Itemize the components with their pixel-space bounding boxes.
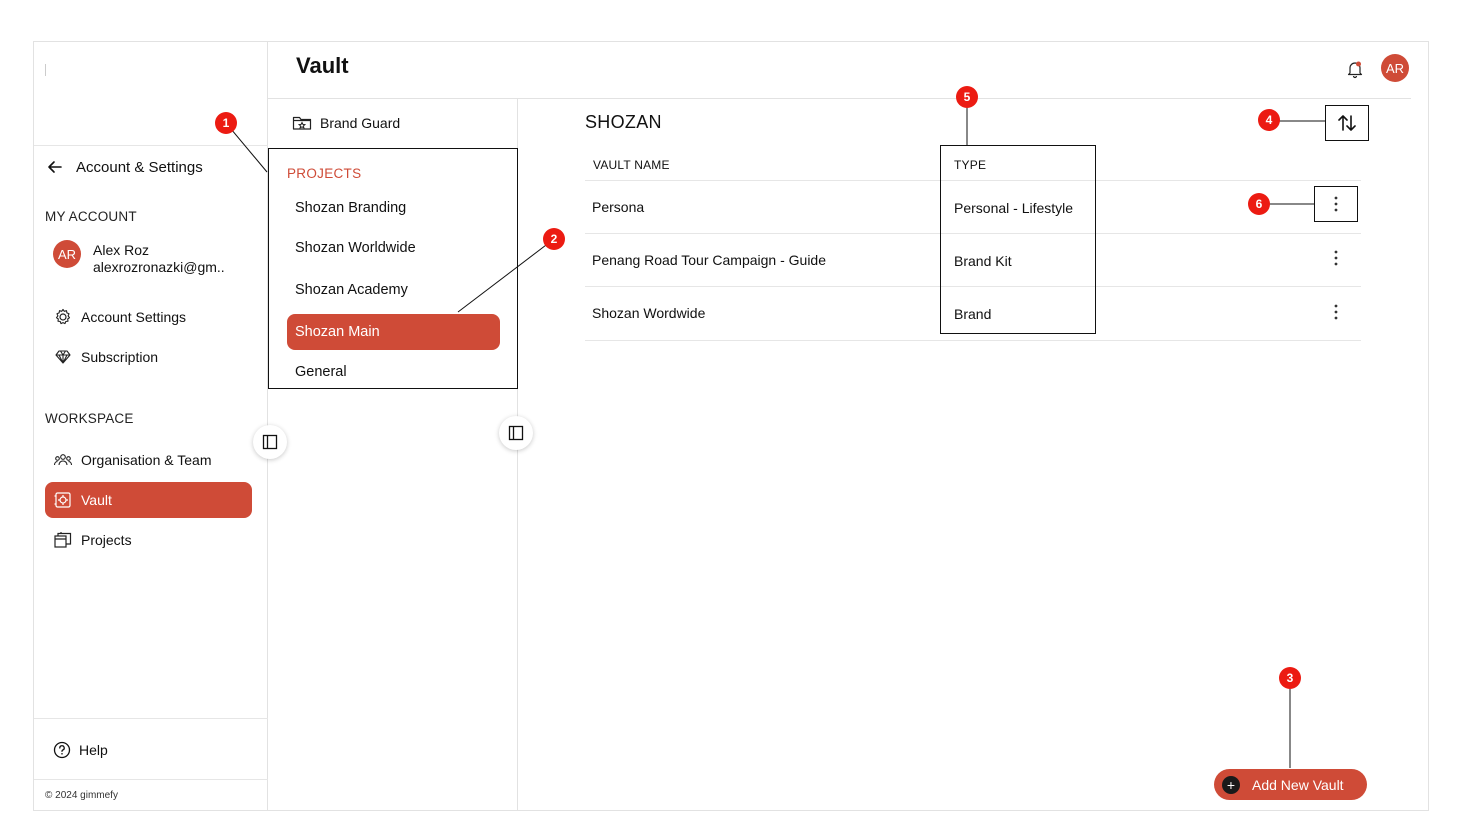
vault-type-cell: Brand <box>954 306 992 322</box>
sidebar: Account & Settings MY ACCOUNT AR Alex Ro… <box>34 42 268 810</box>
back-label: Account & Settings <box>76 158 203 176</box>
annotation-badge: 4 <box>1258 109 1280 131</box>
table-divider <box>585 286 1361 287</box>
sidebar-item-label: Subscription <box>81 349 159 365</box>
annotation-badge: 1 <box>215 112 237 134</box>
vault-name-cell: Persona <box>592 199 645 215</box>
vault-name-cell: Shozan Wordwide <box>592 305 706 321</box>
vault-section-title: SHOZAN <box>585 112 662 132</box>
workspace-heading: WORKSPACE <box>45 411 134 426</box>
projects-icon <box>54 532 72 548</box>
back-to-settings[interactable]: Account & Settings <box>46 158 203 176</box>
sidebar-divider <box>34 779 268 780</box>
project-item-active[interactable]: Shozan Main <box>287 314 500 350</box>
table-divider <box>585 233 1361 234</box>
header-avatar[interactable]: AR <box>1381 54 1409 82</box>
sidebar-item-projects[interactable]: Projects <box>45 522 252 558</box>
annotation-badge: 6 <box>1248 193 1270 215</box>
notifications-button[interactable] <box>1345 59 1365 84</box>
sidebar-item-account-settings[interactable]: Account Settings <box>45 299 252 335</box>
user-email: alexrozronazki@gm.. <box>93 259 225 275</box>
my-account-heading: MY ACCOUNT <box>45 209 137 224</box>
app-window: Account & Settings MY ACCOUNT AR Alex Ro… <box>33 41 1429 811</box>
user-profile[interactable]: AR Alex Roz alexrozronazki@gm.. <box>53 240 225 276</box>
row-menu-button[interactable] <box>1314 294 1358 330</box>
kebab-icon <box>1334 250 1338 266</box>
copyright: © 2024 gimmefy <box>45 790 118 801</box>
sidebar-item-organisation-team[interactable]: Organisation & Team <box>45 442 252 478</box>
annotation-badge: 5 <box>956 86 978 108</box>
row-menu-button[interactable] <box>1314 240 1358 276</box>
annotation-badge: 3 <box>1279 667 1301 689</box>
sidebar-item-label: Projects <box>81 532 132 548</box>
user-name: Alex Roz <box>93 242 150 258</box>
annotation-badge: 2 <box>543 228 565 250</box>
team-icon <box>53 454 73 466</box>
page-title: Vault <box>296 53 349 78</box>
diamond-icon <box>55 350 71 364</box>
table-divider <box>585 180 1361 181</box>
kebab-icon <box>1334 304 1338 320</box>
avatar: AR <box>53 240 81 268</box>
vault-name-cell: Penang Road Tour Campaign - Guide <box>592 252 827 268</box>
bell-icon <box>1347 61 1363 79</box>
brand-guard-item[interactable]: Brand Guard <box>292 114 400 132</box>
panel-toggle-icon <box>262 434 278 450</box>
sidebar-item-subscription[interactable]: Subscription <box>45 339 252 375</box>
column-header-type[interactable]: TYPE <box>954 158 986 172</box>
panel-toggle-icon <box>508 425 524 441</box>
vault-type-cell: Personal - Lifestyle <box>954 200 1074 216</box>
gear-icon <box>55 308 71 325</box>
sort-arrows-icon <box>1338 115 1356 131</box>
project-item[interactable]: Shozan Academy <box>287 272 500 308</box>
projects-heading: PROJECTS <box>287 166 362 181</box>
sidebar-divider <box>34 718 268 719</box>
sidebar-item-label: Organisation & Team <box>81 452 212 468</box>
row-menu-button[interactable] <box>1314 186 1358 222</box>
brand-guard-label: Brand Guard <box>320 115 401 131</box>
arrow-left-icon <box>48 161 62 173</box>
add-new-vault-label: Add New Vault <box>1252 776 1344 793</box>
kebab-icon <box>1334 196 1338 212</box>
sidebar-item-label: Vault <box>81 492 112 508</box>
column-header-vault-name[interactable]: VAULT NAME <box>593 158 670 172</box>
plus-icon: + <box>1222 775 1240 794</box>
help-icon <box>53 741 71 759</box>
header-divider <box>268 98 1411 99</box>
sidebar-item-label: Account Settings <box>81 309 187 325</box>
vault-type-cell: Brand Kit <box>954 253 1012 269</box>
project-item[interactable]: Shozan Branding <box>287 190 500 226</box>
sort-button[interactable] <box>1325 105 1369 141</box>
project-item[interactable]: Shozan Worldwide <box>287 230 500 266</box>
vault-icon <box>54 492 71 508</box>
logo-placeholder <box>45 64 46 76</box>
help-link[interactable]: Help <box>53 741 108 759</box>
projects-panel-collapse-button[interactable] <box>499 416 533 450</box>
project-item[interactable]: General <box>287 354 500 390</box>
help-label: Help <box>79 742 108 758</box>
sidebar-divider <box>34 145 268 146</box>
projects-list: PROJECTS Shozan Branding Shozan Worldwid… <box>268 148 518 389</box>
sidebar-item-vault[interactable]: Vault <box>45 482 252 518</box>
table-divider <box>585 340 1361 341</box>
add-new-vault-button[interactable]: + Add New Vault <box>1214 769 1367 800</box>
sidebar-collapse-button[interactable] <box>253 425 287 459</box>
folder-star-icon <box>292 116 312 130</box>
